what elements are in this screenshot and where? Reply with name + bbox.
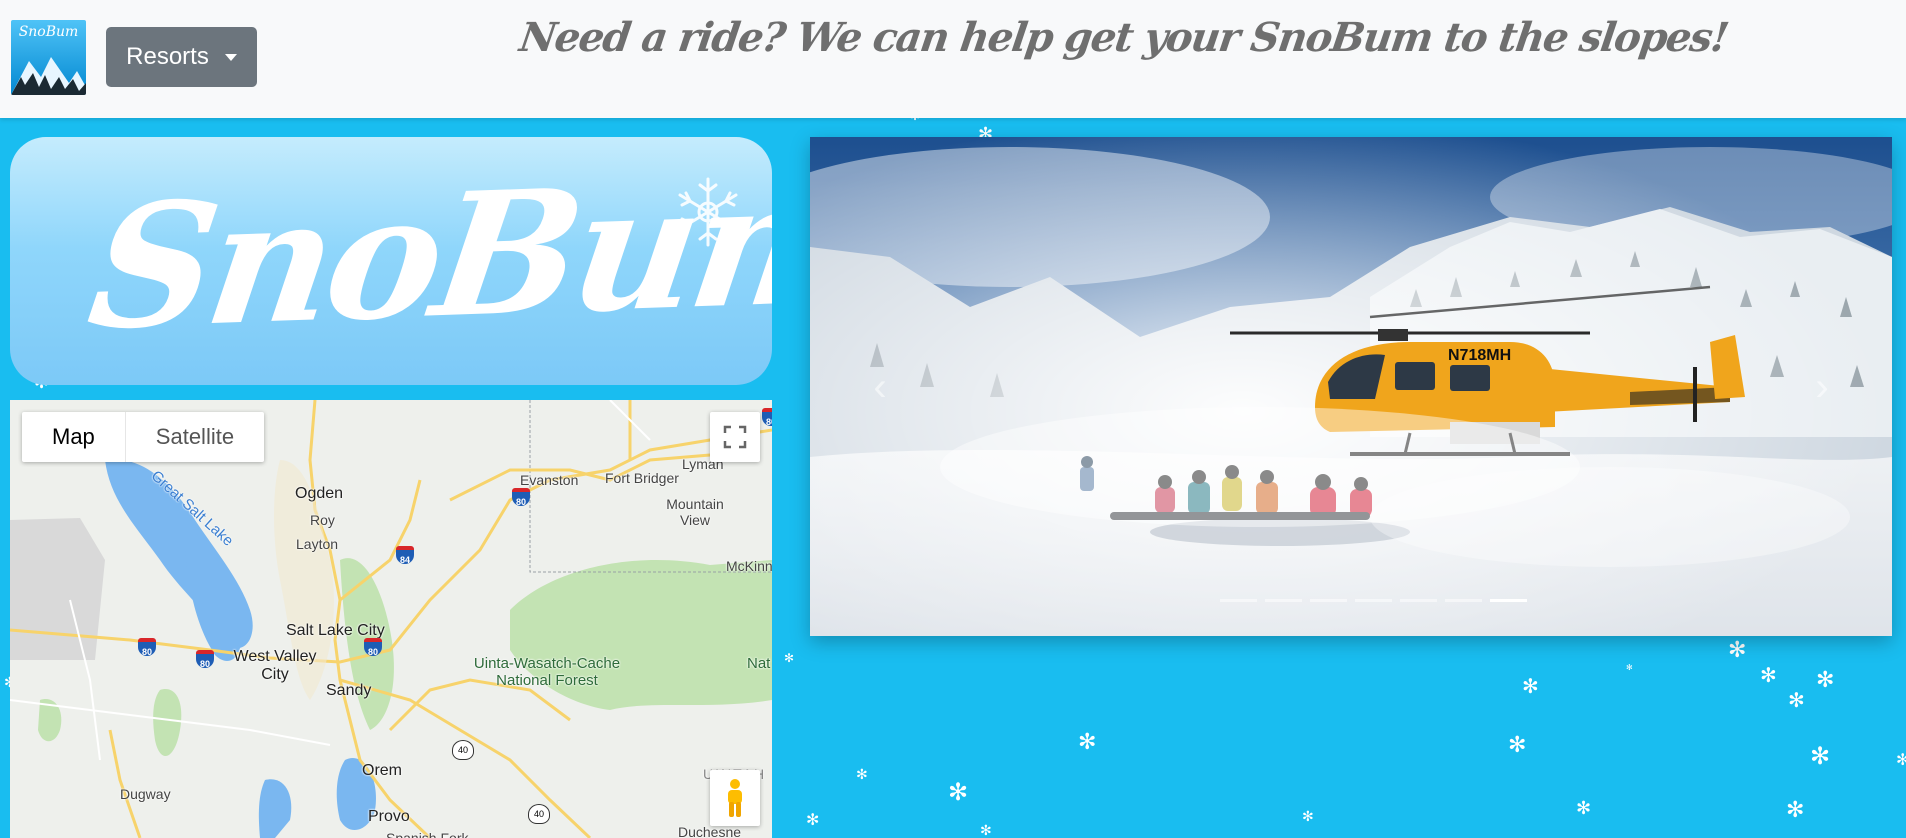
map-label: Uinta-Wasatch-Cache National Forest [473,655,621,689]
resorts-label: Resorts [126,43,209,70]
map-label: Roy [310,512,335,528]
map-label: Orem [362,762,402,779]
snowflake-icon [678,177,738,247]
map-label: Provo [368,808,410,825]
snowflake-icon: ✻ [1786,798,1805,823]
chevron-left-icon: ‹ [873,364,887,409]
interstate-shield-icon: 80 [364,638,382,657]
interstate-shield-icon: 84 [396,546,414,565]
snowflake-icon: ✻ [1508,733,1527,758]
carousel-indicator[interactable] [1490,599,1527,602]
brand-name: SnoBum [78,141,772,369]
map-label: West Valley City [233,648,317,683]
fullscreen-icon [723,425,747,449]
image-carousel[interactable]: N718MH ‹ › [810,137,1892,636]
carousel-indicator[interactable] [1265,599,1302,602]
fullscreen-button[interactable] [710,412,760,462]
interstate-shield-icon: 80 [196,650,214,669]
caret-down-icon [224,53,237,61]
carousel-indicator[interactable] [1355,599,1392,602]
us-route-shield-icon: 40 [452,740,474,760]
resorts-dropdown-button[interactable]: Resorts [106,27,257,87]
logo-text: SnoBum [18,24,79,40]
map-type-satellite-button[interactable]: Satellite [126,412,264,462]
map-label: Spanish Fork [386,830,469,838]
carousel-prev-button[interactable]: ‹ [840,337,920,437]
interstate-shield-icon: 80 [138,638,156,657]
interstate-shield-icon: 80 [512,488,530,507]
snowflake-icon: ✻ [1816,668,1835,693]
google-map[interactable]: Great Salt Lake Ogden Roy Layton Evansto… [10,400,772,838]
us-route-shield-icon: 40 [528,804,550,824]
pegman-icon [728,779,742,817]
snowflake-icon: ✻ [1810,742,1831,770]
carousel-indicator[interactable] [1310,599,1347,602]
helicopter-slide-image: N718MH [810,137,1892,636]
top-navbar: SnoBum Resorts Need a ride? We can help … [0,0,1906,118]
map-label: Fort Bridger [605,470,679,486]
snowflake-icon: ✻ [1626,663,1633,672]
snowflake-icon: ✻ [1576,798,1592,819]
snowflake-icon: ✻ [806,810,820,829]
snowflake-icon: ✻ [856,767,868,783]
snowflake-icon: ✻ [1302,809,1314,825]
map-label: Duchesne [678,824,742,838]
carousel-indicators [1220,599,1527,602]
snowflake-icon: ✻ [1078,730,1097,755]
map-label: Mountain View [666,496,724,528]
snowflake-icon: ✻ [948,778,969,806]
brand-logo[interactable]: SnoBum [11,20,86,95]
aircraft-registration: N718MH [1448,347,1511,364]
mountain-logo-icon [11,57,86,95]
map-label: Layton [296,536,339,552]
chevron-right-icon: › [1815,364,1829,409]
map-label: Evanston [520,472,579,488]
snowflake-icon: ✻ [784,651,795,665]
carousel-indicator[interactable] [1220,599,1257,602]
snowflake-icon: ✻ [1728,638,1747,663]
map-type-control: Map Satellite [22,412,265,462]
snowflake-icon: ✻ [1788,688,1805,712]
brand-banner: SnoBum [10,137,772,385]
tagline: Need a ride? We can help get your SnoBum… [516,14,1731,61]
carousel-next-button[interactable]: › [1782,337,1862,437]
street-view-pegman-button[interactable] [710,770,760,826]
map-type-map-button[interactable]: Map [22,412,126,462]
carousel-indicator[interactable] [1400,599,1437,602]
snowflake-icon: ✻ [1522,674,1539,698]
snowflake-icon: ✻ [1896,750,1906,769]
snowflake-icon: ✻ [1760,663,1777,687]
carousel-indicator[interactable] [1445,599,1482,602]
map-label: Ogden [295,485,344,502]
map-label: McKinn [726,558,772,574]
map-label: Nat [747,655,771,672]
snowflake-icon: ✻ [980,823,992,838]
map-label: Dugway [120,786,171,802]
map-label: Sandy [326,682,372,699]
